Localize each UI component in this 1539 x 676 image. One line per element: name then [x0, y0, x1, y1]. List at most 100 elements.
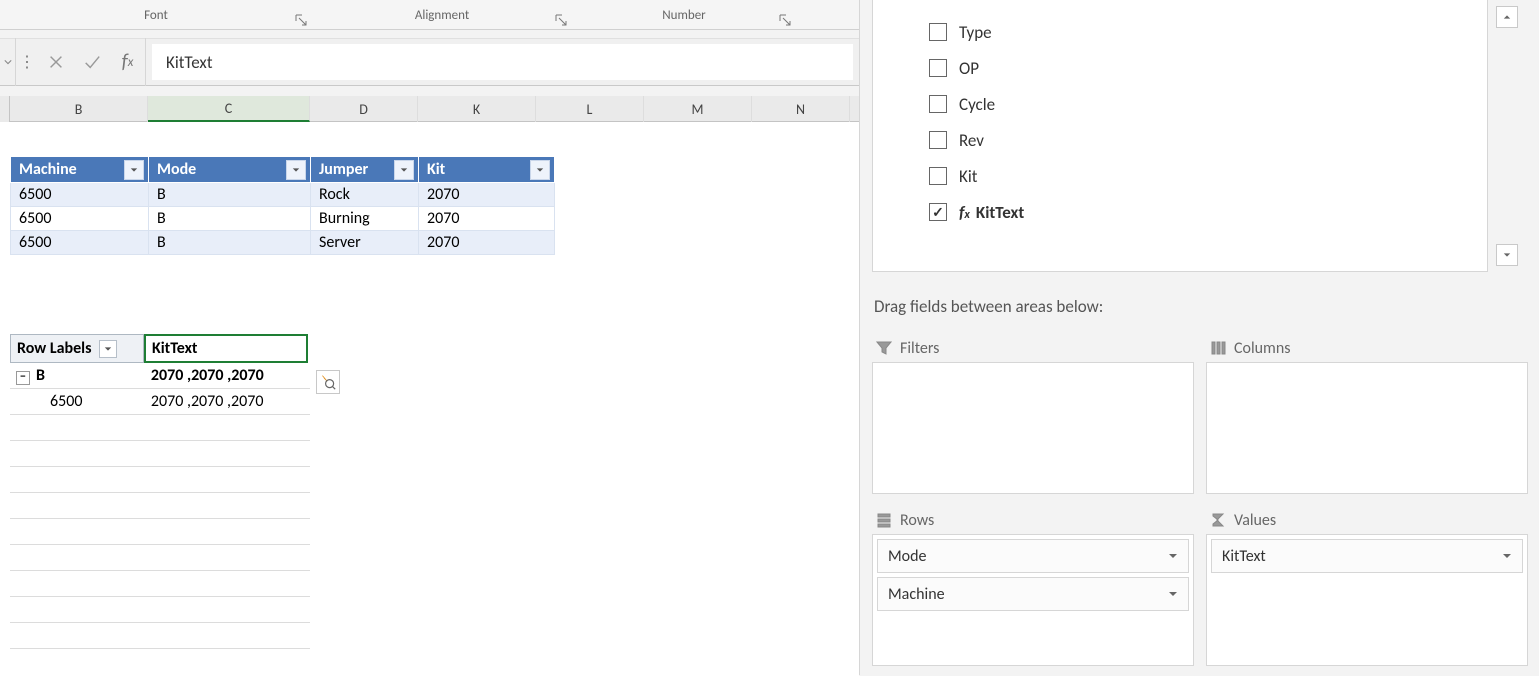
column-header-L[interactable]: L: [536, 96, 644, 122]
chip-dropdown-icon[interactable]: [1168, 585, 1178, 604]
column-header-D[interactable]: D: [310, 96, 418, 122]
table-cell[interactable]: Rock: [311, 183, 419, 207]
column-header-row: (function(){ const d=JSON.parse(document…: [0, 96, 859, 122]
table-cell[interactable]: 6500: [11, 207, 149, 231]
pivot-empty-row[interactable]: [10, 597, 310, 623]
pivot-empty-row[interactable]: [10, 415, 310, 441]
checkbox[interactable]: [929, 131, 947, 149]
worksheet-area[interactable]: MachineModeJumperKit 6500BRock20706500BB…: [0, 122, 859, 676]
dialog-launcher-icon[interactable]: [778, 13, 792, 27]
filter-dropdown-icon[interactable]: [99, 340, 117, 358]
area-chip-mode[interactable]: Mode: [877, 539, 1189, 573]
pivot-empty-row[interactable]: [10, 623, 310, 649]
pivot-row-value[interactable]: 2070 ,2070 ,2070: [145, 363, 310, 389]
area-header-columns: Columns: [1206, 334, 1528, 362]
table-row[interactable]: 6500BBurning2070: [11, 207, 555, 231]
quick-explore-icon[interactable]: [316, 370, 340, 394]
scroll-track[interactable]: [1496, 28, 1518, 244]
pivot-empty-row[interactable]: [10, 441, 310, 467]
column-header-K[interactable]: K: [418, 96, 536, 122]
field-item-cycle[interactable]: Cycle: [929, 86, 1441, 122]
column-header-M[interactable]: M: [644, 96, 752, 122]
field-list-scrollbar[interactable]: [1496, 6, 1518, 266]
scroll-down-icon[interactable]: [1496, 244, 1518, 266]
pivot-fields-pane: TypeOPCycleRevKitfxKitText (function(){ …: [859, 0, 1539, 675]
dialog-launcher-icon[interactable]: [554, 13, 568, 27]
column-header-C[interactable]: C: [148, 96, 310, 122]
area-title: Values: [1234, 511, 1276, 530]
pivot-empty-row[interactable]: [10, 571, 310, 597]
chip-dropdown-icon[interactable]: [1168, 547, 1178, 566]
table-cell[interactable]: B: [149, 207, 311, 231]
pivot-header-label: KitText: [152, 339, 197, 358]
field-item-type[interactable]: Type: [929, 14, 1441, 50]
ribbon-group-label: Font: [144, 8, 168, 23]
checkbox[interactable]: [929, 23, 947, 41]
area-body-columns[interactable]: [1206, 362, 1528, 494]
column-header-N[interactable]: N: [752, 96, 850, 122]
table-cell[interactable]: 2070: [419, 231, 555, 255]
table-cell[interactable]: 6500: [11, 231, 149, 255]
enter-formula-button[interactable]: [74, 38, 110, 86]
formula-input[interactable]: KitText: [152, 44, 853, 80]
filter-icon: [876, 340, 892, 356]
pivot-row-value[interactable]: 2070 ,2070 ,2070: [145, 389, 310, 415]
insert-function-button[interactable]: fx: [110, 38, 146, 86]
chip-dropdown-icon[interactable]: [1502, 547, 1512, 566]
ribbon-group-alignment: Alignment: [312, 0, 572, 30]
filter-dropdown-icon[interactable]: [530, 160, 550, 180]
pivot-row[interactable]: −B2070 ,2070 ,2070: [10, 363, 310, 389]
area-body-values[interactable]: KitText: [1206, 534, 1528, 666]
checkbox[interactable]: [929, 95, 947, 113]
table-cell[interactable]: Burning: [311, 207, 419, 231]
collapse-icon[interactable]: −: [16, 371, 30, 385]
chip-label: Machine: [888, 585, 945, 604]
filter-dropdown-icon[interactable]: [286, 160, 306, 180]
area-columns: Columns: [1206, 334, 1528, 494]
table-cell[interactable]: B: [149, 231, 311, 255]
table-cell[interactable]: 2070: [419, 207, 555, 231]
pivot-row[interactable]: 65002070 ,2070 ,2070: [10, 389, 310, 415]
area-chip-kittext[interactable]: KitText: [1211, 539, 1523, 573]
field-item-kittext[interactable]: fxKitText: [929, 194, 1441, 230]
fx-icon: fx: [959, 202, 970, 223]
pivot-header-label: Row Labels: [17, 339, 91, 358]
field-list: TypeOPCycleRevKitfxKitText: [872, 0, 1488, 272]
pivot-empty-row[interactable]: [10, 467, 310, 493]
table-cell[interactable]: 2070: [419, 183, 555, 207]
ribbon-group-label: Number: [662, 8, 705, 23]
field-item-op[interactable]: OP: [929, 50, 1441, 86]
pivot-empty-row[interactable]: [10, 493, 310, 519]
table-header-label: Mode: [157, 160, 196, 179]
field-item-kit[interactable]: Kit: [929, 158, 1441, 194]
pivot-areas: Filters Columns Rows ModeMachine Values …: [872, 334, 1528, 666]
pivot-values-header-selected[interactable]: KitText: [144, 334, 308, 363]
cancel-formula-button[interactable]: [38, 38, 74, 86]
area-chip-machine[interactable]: Machine: [877, 577, 1189, 611]
area-body-rows[interactable]: Mode Machine: [872, 534, 1194, 666]
table-row[interactable]: 6500BRock2070: [11, 183, 555, 207]
area-values: Values KitText: [1206, 506, 1528, 666]
column-header-B[interactable]: B: [10, 96, 148, 122]
select-all-corner[interactable]: [0, 96, 10, 122]
checkbox[interactable]: [929, 167, 947, 185]
filter-dropdown-icon[interactable]: [394, 160, 414, 180]
name-box-dropdown-icon[interactable]: [0, 38, 16, 86]
pivot-empty-row[interactable]: [10, 545, 310, 571]
drag-hint-text: Drag fields between areas below:: [874, 296, 1103, 317]
dialog-launcher-icon[interactable]: [294, 13, 308, 27]
table-header-mode: Mode: [149, 157, 311, 183]
area-title: Rows: [900, 511, 934, 530]
area-header-values: Values: [1206, 506, 1528, 534]
pivot-empty-row[interactable]: [10, 519, 310, 545]
checkbox[interactable]: [929, 203, 947, 221]
filter-dropdown-icon[interactable]: [124, 160, 144, 180]
table-cell[interactable]: B: [149, 183, 311, 207]
checkbox[interactable]: [929, 59, 947, 77]
scroll-up-icon[interactable]: [1496, 6, 1518, 28]
area-body-filters[interactable]: [872, 362, 1194, 494]
table-row[interactable]: 6500BServer2070: [11, 231, 555, 255]
table-cell[interactable]: 6500: [11, 183, 149, 207]
field-item-rev[interactable]: Rev: [929, 122, 1441, 158]
table-cell[interactable]: Server: [311, 231, 419, 255]
